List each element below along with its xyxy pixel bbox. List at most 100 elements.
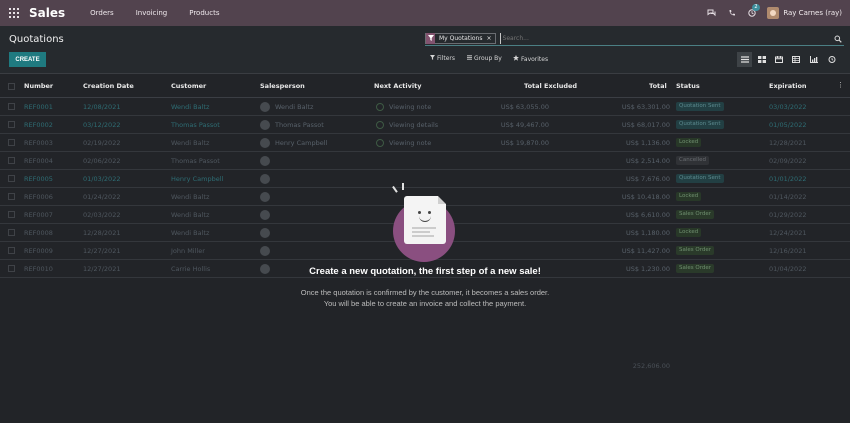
- cell-next-activity: Viewing note: [389, 139, 432, 147]
- list-view-icon: [740, 56, 749, 63]
- cell-salesperson: Henry Campbell: [275, 139, 328, 147]
- helper-description: Once the quotation is confirmed by the c…: [235, 287, 615, 309]
- row-checkbox[interactable]: [8, 229, 15, 236]
- user-avatar[interactable]: [767, 7, 780, 19]
- row-checkbox[interactable]: [8, 139, 15, 146]
- activity-check-icon[interactable]: [376, 103, 384, 111]
- row-checkbox[interactable]: [8, 157, 15, 164]
- cell-creation-date: 02/03/2022: [83, 211, 121, 219]
- cell-total: US$ 1,136.00: [625, 139, 670, 147]
- table-row[interactable]: REF0004 02/06/2022 Thomas Passot US$ 2,514.…: [0, 152, 850, 170]
- cell-expiration: 01/29/2022: [769, 211, 807, 219]
- activity-view-icon: [828, 56, 835, 63]
- cell-customer: John Miller: [171, 247, 205, 255]
- pivot-view-button[interactable]: [788, 52, 803, 67]
- cell-number: REF0001: [24, 103, 53, 111]
- status-badge: Sales Order: [676, 264, 715, 273]
- select-all-checkbox[interactable]: [8, 83, 15, 90]
- status-badge: Locked: [676, 228, 702, 237]
- header-creation-date[interactable]: Creation Date: [83, 82, 134, 90]
- cell-number: REF0005: [24, 175, 53, 183]
- salesperson-avatar: [260, 120, 270, 130]
- salesperson-avatar: [260, 138, 270, 148]
- cell-total: US$ 2,514.00: [625, 157, 670, 165]
- header-status[interactable]: Status: [676, 82, 700, 90]
- table-row[interactable]: REF0002 03/12/2022 Thomas Passot Thomas Pas…: [0, 116, 850, 134]
- cell-expiration: 02/09/2022: [769, 157, 807, 165]
- status-badge: Quotation Sent: [676, 174, 724, 183]
- cell-customer: Carrie Hollis: [171, 265, 211, 273]
- activity-view-button[interactable]: [824, 52, 839, 67]
- header-total[interactable]: Total: [649, 82, 667, 90]
- cell-customer: Thomas Passot: [171, 121, 220, 129]
- calendar-view-button[interactable]: [771, 52, 786, 67]
- helper-title: Create a new quotation, the first step o…: [309, 266, 541, 277]
- helper-line-2: You will be able to create an invoice an…: [323, 299, 527, 308]
- cell-total-excluded: US$ 49,467.00: [500, 121, 549, 129]
- table-row[interactable]: REF0003 02/19/2022 Wendi Baltz Henry Campbe…: [0, 134, 850, 152]
- activity-check-icon[interactable]: [376, 121, 384, 129]
- cell-number: REF0010: [24, 265, 53, 273]
- row-checkbox[interactable]: [8, 211, 15, 218]
- favorites-dropdown[interactable]: Favorites: [513, 55, 548, 63]
- optional-columns-icon[interactable]: ⋮: [837, 81, 844, 89]
- cell-customer: Henry Campbell: [171, 175, 224, 183]
- row-checkbox[interactable]: [8, 265, 15, 272]
- header-customer[interactable]: Customer: [171, 82, 206, 90]
- kanban-view-button[interactable]: [754, 52, 769, 67]
- cell-customer: Wendi Baltz: [171, 103, 210, 111]
- header-expiration[interactable]: Expiration: [769, 82, 807, 90]
- phone-icon[interactable]: [727, 9, 736, 18]
- cell-creation-date: 12/27/2021: [83, 247, 121, 255]
- navbar-systray: 2 Ray Carnes (ray): [707, 0, 850, 26]
- search-bar: My Quotations ×: [425, 32, 844, 46]
- menu-products[interactable]: Products: [189, 9, 219, 17]
- header-number[interactable]: Number: [24, 82, 53, 90]
- header-total-excluded[interactable]: Total Excluded: [524, 82, 577, 90]
- table-row[interactable]: REF0001 12/08/2021 Wendi Baltz Wendi Baltz V…: [0, 98, 850, 116]
- facet-remove-icon[interactable]: ×: [486, 35, 494, 42]
- salesperson-avatar: [260, 156, 270, 166]
- apps-menu-icon[interactable]: [9, 8, 19, 18]
- graph-view-button[interactable]: [806, 52, 821, 67]
- cell-total: US$ 68,017.00: [621, 121, 670, 129]
- groupby-label: Group By: [474, 55, 502, 62]
- create-button[interactable]: CREATE: [9, 52, 46, 67]
- header-next-activity[interactable]: Next Activity: [374, 82, 421, 90]
- app-title[interactable]: Sales: [29, 6, 65, 20]
- cell-expiration: 01/01/2022: [769, 175, 807, 183]
- user-name[interactable]: Ray Carnes (ray): [783, 9, 842, 17]
- activity-check-icon[interactable]: [376, 139, 384, 147]
- facet-label: My Quotations: [439, 35, 483, 42]
- pivot-view-icon: [791, 56, 800, 63]
- cell-creation-date: 03/12/2022: [83, 121, 121, 129]
- cell-creation-date: 12/28/2021: [83, 229, 121, 237]
- cell-total: US$ 6,610.00: [625, 211, 670, 219]
- grand-total: 252,606.00: [632, 362, 670, 370]
- row-checkbox[interactable]: [8, 193, 15, 200]
- chat-icon[interactable]: [707, 9, 716, 18]
- row-checkbox[interactable]: [8, 175, 15, 182]
- list-view-button[interactable]: [737, 52, 752, 67]
- cell-total-excluded: US$ 19,870.00: [500, 139, 549, 147]
- status-badge: Quotation Sent: [676, 102, 724, 111]
- cell-total-excluded: US$ 63,055.00: [500, 103, 549, 111]
- header-salesperson[interactable]: Salesperson: [260, 82, 305, 90]
- row-checkbox[interactable]: [8, 121, 15, 128]
- salesperson-avatar: [260, 102, 270, 112]
- kanban-view-icon: [757, 56, 766, 63]
- menu-invoicing[interactable]: Invoicing: [136, 9, 168, 17]
- groupby-dropdown[interactable]: Group By: [467, 55, 502, 62]
- search-icon[interactable]: [834, 35, 842, 43]
- row-checkbox[interactable]: [8, 103, 15, 110]
- salesperson-avatar: [260, 174, 270, 184]
- cell-customer: Thomas Passot: [171, 157, 220, 165]
- cell-salesperson: Wendi Baltz: [275, 103, 314, 111]
- cell-creation-date: 02/19/2022: [83, 139, 121, 147]
- cell-next-activity: Viewing details: [389, 121, 439, 129]
- filters-dropdown[interactable]: Filters: [430, 55, 455, 62]
- search-input[interactable]: [499, 33, 834, 44]
- menu-orders[interactable]: Orders: [90, 9, 114, 17]
- activity-clock-icon[interactable]: 2: [747, 3, 760, 18]
- row-checkbox[interactable]: [8, 247, 15, 254]
